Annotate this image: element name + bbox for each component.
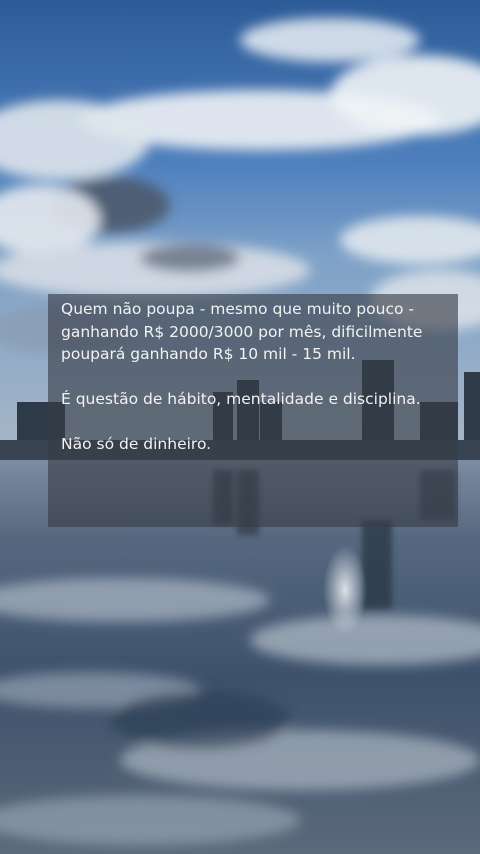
- sun-reflection: [323, 545, 367, 635]
- caption-box: Quem não poupa - mesmo que muito pouco -…: [48, 294, 458, 527]
- caption-paragraph-3: Não só de dinheiro.: [61, 435, 212, 453]
- caption-paragraph-1: Quem não poupa - mesmo que muito pouco -…: [61, 300, 423, 363]
- caption-paragraph-2: É questão de hábito, mentalidade e disci…: [61, 390, 421, 408]
